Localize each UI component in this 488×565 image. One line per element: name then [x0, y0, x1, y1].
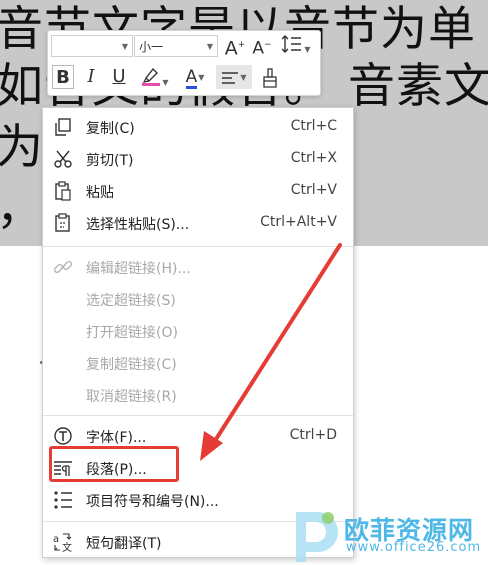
annotation-arrow [200, 243, 342, 461]
watermark-logo [296, 512, 338, 562]
watermark-url: www.office26.com [346, 540, 482, 555]
